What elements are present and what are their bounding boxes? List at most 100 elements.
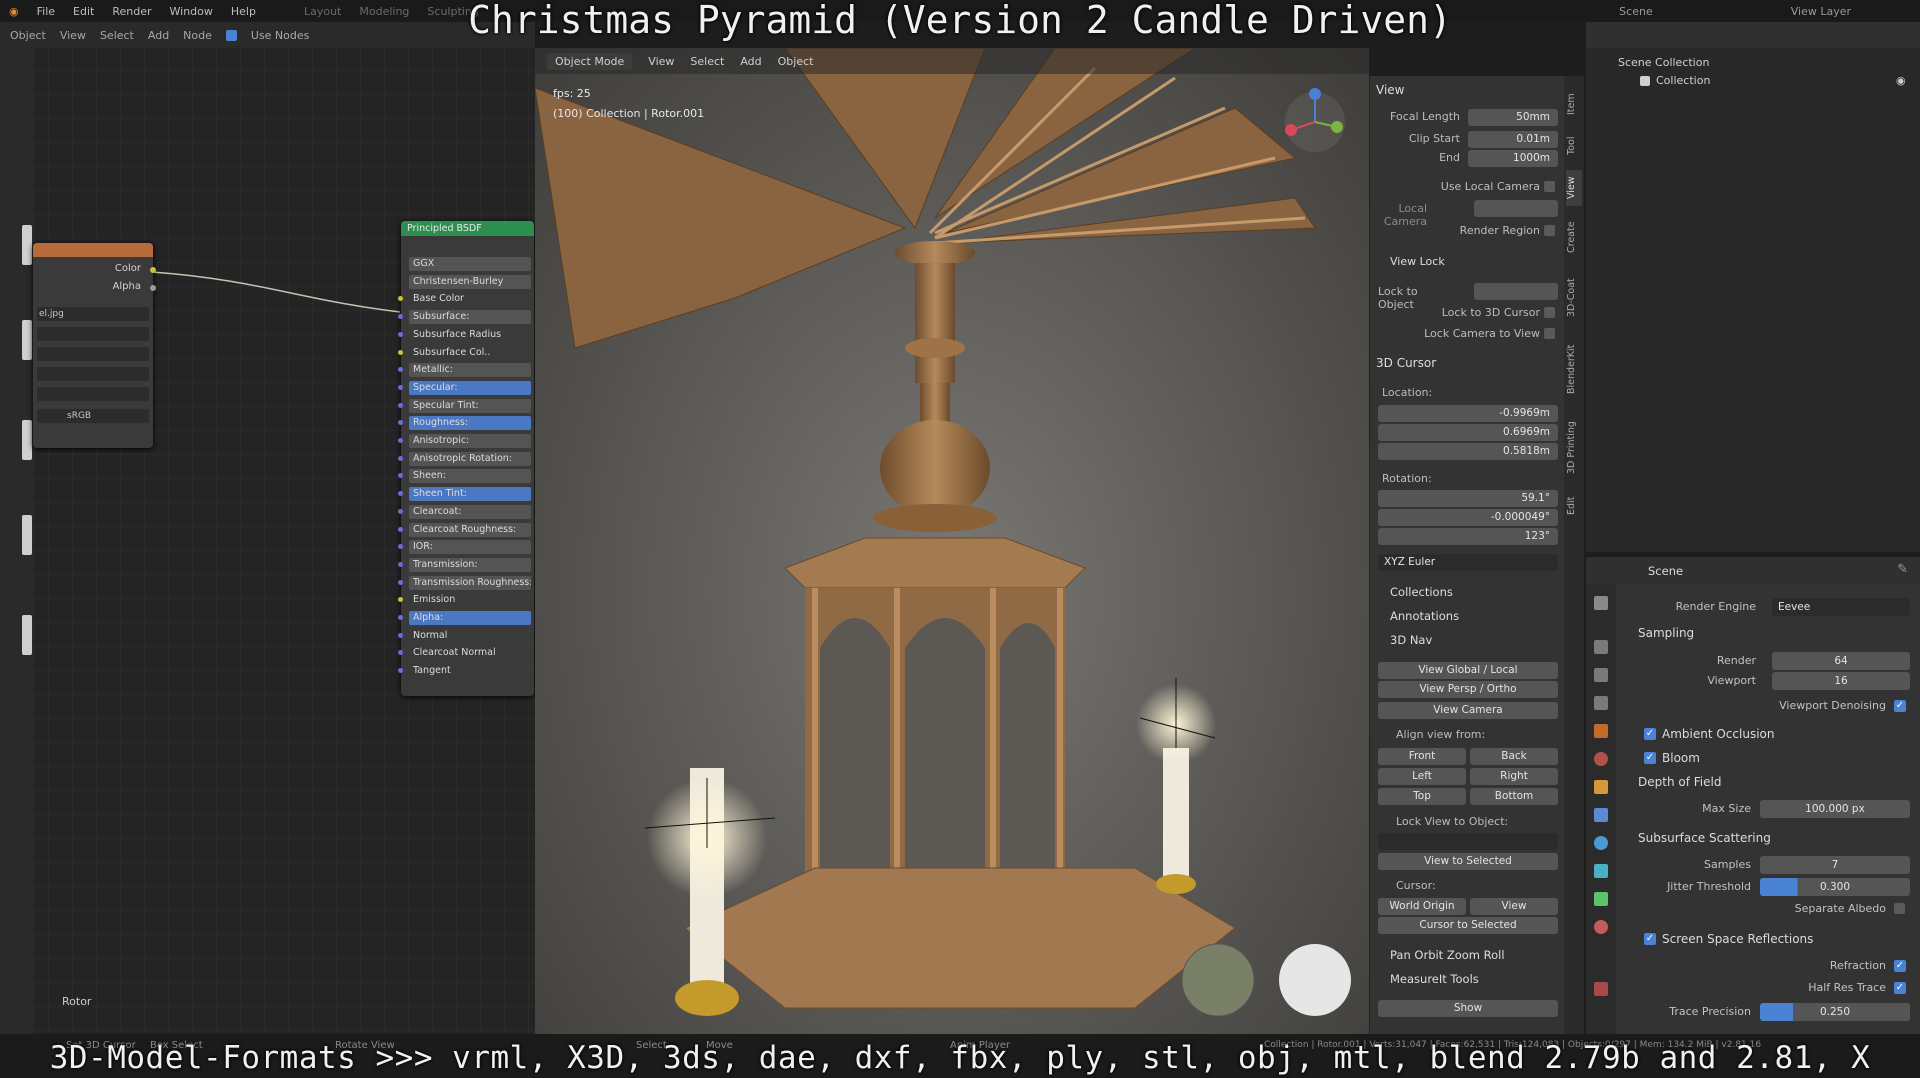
max-size-field[interactable]: 100.000 px (1760, 800, 1910, 818)
bsdf-input-socket[interactable] (398, 526, 403, 532)
bsdf-input-row[interactable]: GGX (409, 257, 531, 271)
bsdf-input-socket[interactable] (398, 367, 403, 373)
bsdf-input-row[interactable]: Base Color (409, 292, 531, 306)
bsdf-input-socket[interactable] (398, 455, 403, 461)
workspace-layout[interactable]: Layout (295, 5, 350, 18)
cursor-to-selected-button[interactable]: Cursor to Selected (1378, 917, 1558, 934)
vp-menu-select[interactable]: Select (690, 55, 724, 68)
bsdf-input-socket[interactable] (398, 632, 403, 638)
ssr-checkbox[interactable]: ✓ (1644, 933, 1656, 945)
3d-nav-section[interactable]: 3D Nav (1390, 633, 1432, 647)
measureit-show-button[interactable]: Show (1378, 1000, 1558, 1017)
render-region-checkbox[interactable] (1544, 225, 1555, 236)
bsdf-input-row[interactable]: Sheen: (409, 469, 531, 484)
bsdf-input-socket[interactable] (398, 402, 403, 408)
bsdf-input-row[interactable]: Specular: (409, 380, 531, 395)
view-selected-button[interactable]: View to Selected (1378, 853, 1558, 870)
menu-render[interactable]: Render (103, 5, 160, 18)
object-mode-select[interactable]: Object Mode (547, 52, 633, 70)
outliner[interactable]: Scene Collection Collection ◉ (1586, 48, 1920, 552)
bsdf-input-row[interactable]: Roughness: (409, 416, 531, 431)
navigation-gizmo[interactable] (1275, 82, 1355, 162)
bsdf-input-socket[interactable] (398, 349, 403, 355)
bsdf-input-socket[interactable] (398, 384, 403, 390)
bloom-checkbox[interactable]: ✓ (1644, 752, 1656, 764)
bsdf-input-socket[interactable] (398, 615, 403, 620)
bsdf-input-row[interactable]: Emission (409, 593, 531, 607)
collection-item[interactable]: Collection (1656, 74, 1710, 87)
principled-bsdf-node[interactable]: Principled BSDF GGX Christensen-Burley Bas… (398, 221, 534, 696)
local-camera-field[interactable] (1474, 200, 1558, 217)
scene-selector[interactable]: Scene (1610, 5, 1662, 18)
view-lock-section[interactable]: View Lock (1390, 255, 1445, 268)
bsdf-input-row[interactable]: Normal (409, 629, 531, 643)
pin-icon[interactable]: ✎ (1897, 562, 1908, 577)
world-tab-icon[interactable] (1594, 752, 1608, 766)
view-global-local-button[interactable]: View Global / Local (1378, 662, 1558, 679)
tool-tab-icon[interactable] (1594, 596, 1608, 610)
annotations-section[interactable]: Annotations (1390, 609, 1459, 623)
tab-blenderkit[interactable]: BlenderKit (1566, 334, 1582, 404)
view-section[interactable]: View (1376, 83, 1404, 97)
visibility-eye-icon[interactable]: ◉ (1896, 74, 1906, 87)
vp-menu-object[interactable]: Object (778, 55, 814, 68)
clip-start-field[interactable]: 0.01m (1468, 131, 1558, 148)
bsdf-input-row[interactable]: Tangent (409, 664, 531, 678)
use-local-camera-checkbox[interactable] (1544, 181, 1555, 192)
rotation-mode-select[interactable]: XYZ Euler (1378, 554, 1558, 571)
image-file-field[interactable]: el.jpg (37, 307, 149, 321)
bsdf-input-socket[interactable] (398, 668, 403, 674)
tab-item[interactable]: Item (1566, 86, 1582, 122)
workspace-modeling[interactable]: Modeling (350, 5, 418, 18)
source-select[interactable] (37, 387, 149, 401)
align-front-button[interactable]: Front (1378, 748, 1466, 765)
bloom-section[interactable]: Bloom (1662, 751, 1700, 765)
tab-3d-printing[interactable]: 3D Printing (1566, 410, 1582, 485)
bsdf-input-socket[interactable] (398, 331, 403, 337)
lock-view-field[interactable] (1378, 833, 1558, 850)
lock-cursor-checkbox[interactable] (1544, 307, 1555, 318)
bsdf-input-socket[interactable] (398, 650, 403, 656)
cursor-loc-x[interactable]: -0.9969m (1378, 405, 1558, 422)
bsdf-input-socket[interactable] (398, 508, 403, 514)
bsdf-input-row[interactable]: Christensen-Burley (409, 274, 531, 289)
bsdf-input-row[interactable]: Transmission: (409, 557, 531, 572)
bsdf-input-row[interactable]: Clearcoat Normal (409, 646, 531, 660)
align-top-button[interactable]: Top (1378, 788, 1466, 805)
bsdf-input-row[interactable]: IOR: (409, 540, 531, 555)
material-tab-icon[interactable] (1594, 920, 1608, 934)
object-tab-icon[interactable] (1594, 780, 1608, 794)
focal-length-field[interactable]: 50mm (1468, 109, 1558, 126)
viewport-denoising-checkbox[interactable]: ✓ (1894, 700, 1906, 712)
3d-viewport[interactable] (535, 48, 1369, 1034)
bsdf-input-socket[interactable] (398, 544, 403, 550)
bsdf-input-row[interactable]: Sheen Tint: (409, 487, 531, 502)
align-back-button[interactable]: Back (1470, 748, 1558, 765)
interpolation-select[interactable] (37, 327, 149, 341)
ssr-section[interactable]: Screen Space Reflections (1662, 932, 1813, 946)
projection-select[interactable] (37, 347, 149, 361)
bsdf-input-socket[interactable] (398, 561, 403, 567)
bsdf-input-row[interactable]: Anisotropic: (409, 434, 531, 448)
colorspace-select[interactable]: sRGB (37, 409, 149, 423)
render-samples-field[interactable]: 64 (1772, 652, 1910, 670)
jitter-threshold-slider[interactable]: 0.300 (1760, 878, 1910, 896)
view-layer-tab-icon[interactable] (1594, 696, 1608, 710)
bsdf-input-row[interactable]: Clearcoat Roughness: (409, 522, 531, 537)
bsdf-input-row[interactable]: Specular Tint: (409, 398, 531, 413)
separate-albedo-checkbox[interactable] (1894, 903, 1905, 914)
bsdf-input-row[interactable]: Clearcoat: (409, 504, 531, 519)
image-texture-header[interactable] (33, 243, 153, 257)
modifier-tab-icon[interactable] (1594, 808, 1608, 822)
vp-menu-view[interactable]: View (648, 55, 674, 68)
bsdf-input-socket[interactable] (398, 473, 403, 479)
particles-tab-icon[interactable] (1594, 836, 1608, 850)
tab-tool[interactable]: Tool (1566, 128, 1582, 164)
collection-checkbox[interactable] (1640, 76, 1650, 86)
output-tab-icon[interactable] (1594, 668, 1608, 682)
collections-section[interactable]: Collections (1390, 585, 1453, 599)
tab-view[interactable]: View (1566, 170, 1582, 206)
bsdf-input-socket[interactable] (398, 579, 403, 585)
bsdf-input-socket[interactable] (398, 296, 403, 302)
view-camera-button[interactable]: View Camera (1378, 702, 1558, 719)
